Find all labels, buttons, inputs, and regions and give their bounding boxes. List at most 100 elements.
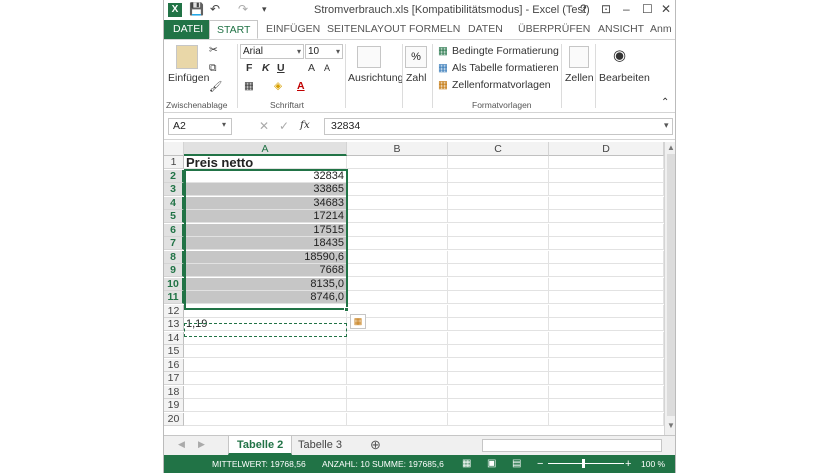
row-header[interactable]: 15 [164,345,184,358]
row-header[interactable]: 12 [164,304,184,318]
empty-cell[interactable] [448,196,549,210]
sheet-tab-tabelle3[interactable]: Tabelle 3 [290,436,350,455]
next-sheet-icon[interactable]: ▶ [198,439,205,450]
format-as-table-button[interactable]: Als Tabelle formatieren [452,62,559,74]
empty-cell[interactable] [549,210,664,223]
zoom-slider[interactable] [548,463,624,464]
scroll-up-icon[interactable]: ▲ [667,143,675,152]
empty-cell[interactable] [549,291,664,304]
empty-cell[interactable] [347,223,448,237]
font-name-combo[interactable]: Arial ▾ [240,44,304,59]
row-header[interactable]: 16 [164,358,184,372]
empty-cell[interactable] [448,385,549,399]
empty-cell[interactable] [448,358,549,372]
redo-icon[interactable]: ↷ [238,2,248,16]
empty-cell[interactable] [347,156,448,169]
column-header-a[interactable]: A [184,142,347,156]
empty-cell[interactable] [549,277,664,291]
empty-cell[interactable] [448,412,549,426]
row-header[interactable]: 8 [164,250,184,264]
shrink-font-button[interactable]: A [324,63,330,73]
empty-cell[interactable] [347,399,448,412]
zoom-slider-thumb[interactable] [582,459,585,468]
underline-button[interactable]: U [277,62,285,74]
empty-cell[interactable] [448,399,549,412]
empty-cell[interactable] [448,169,549,183]
row-header[interactable]: 2 [164,169,184,183]
empty-cell[interactable] [347,237,448,250]
cut-icon[interactable]: ✂ [209,44,218,56]
bold-button[interactable]: F [246,62,252,74]
zoom-in-icon[interactable]: + [625,455,631,473]
grow-font-button[interactable]: A [308,62,315,74]
collapse-ribbon-icon[interactable]: ⌃ [661,97,669,108]
insert-function-button[interactable]: fx [300,119,310,131]
ribbon-display-button[interactable]: ⊡ [601,2,611,16]
chevron-down-icon[interactable]: ▾ [222,120,226,129]
page-break-icon[interactable]: ▤ [512,455,521,473]
empty-cell[interactable] [448,277,549,291]
column-header-c[interactable]: C [448,142,549,156]
conditional-format-button[interactable]: Bedingte Formatierung [452,45,559,57]
empty-cell[interactable] [549,196,664,210]
cell-a[interactable] [184,385,347,399]
column-header-b[interactable]: B [347,142,448,156]
empty-cell[interactable] [448,210,549,223]
empty-cell[interactable] [448,264,549,277]
editing-button[interactable]: Bearbeiten [599,72,650,84]
empty-cell[interactable] [549,156,664,169]
quick-access-dropdown-icon[interactable]: ▾ [262,4,267,15]
empty-cell[interactable] [347,358,448,372]
fill-color-icon[interactable]: ◈ [274,80,282,92]
row-header[interactable]: 14 [164,331,184,345]
cell-a[interactable] [184,372,347,385]
vertical-scrollbar[interactable]: ▲ ▼ [664,142,675,435]
copy-icon[interactable]: ⧉ [209,62,217,75]
empty-cell[interactable] [347,264,448,277]
row-header[interactable]: 10 [164,277,184,291]
empty-cell[interactable] [549,372,664,385]
row-header[interactable]: 13 [164,318,184,331]
prev-sheet-icon[interactable]: ◀ [178,439,185,450]
empty-cell[interactable] [347,291,448,304]
number-button[interactable]: Zahl [406,72,426,84]
page-layout-icon[interactable]: ▣ [487,455,496,473]
tab-anmelden[interactable]: Anm [648,20,674,39]
scroll-thumb[interactable] [667,154,675,416]
binoculars-icon[interactable]: ◉ [613,46,626,64]
empty-cell[interactable] [549,264,664,277]
tab-ansicht[interactable]: ANSICHT [596,20,646,39]
empty-cell[interactable] [448,331,549,345]
minimize-button[interactable]: – [623,2,630,16]
row-header[interactable]: 6 [164,223,184,237]
column-header-d[interactable]: D [549,142,664,156]
undo-icon[interactable]: ↶ [210,2,220,16]
font-color-icon[interactable]: A [297,80,305,92]
cell-a[interactable] [184,399,347,412]
formula-input[interactable]: 32834 [324,118,673,135]
cell-a[interactable] [184,345,347,358]
empty-cell[interactable] [347,250,448,264]
confirm-icon[interactable]: ✓ [279,119,289,133]
zoom-level[interactable]: 100 % [641,455,665,473]
scroll-down-icon[interactable]: ▼ [667,421,675,430]
save-icon[interactable]: 💾 [189,2,204,16]
empty-cell[interactable] [549,385,664,399]
empty-cell[interactable] [549,237,664,250]
empty-cell[interactable] [448,250,549,264]
row-header[interactable]: 20 [164,412,184,426]
empty-cell[interactable] [347,372,448,385]
cells-icon[interactable] [569,46,589,68]
zoom-out-icon[interactable]: − [537,455,543,473]
empty-cell[interactable] [549,318,664,331]
empty-cell[interactable] [448,345,549,358]
empty-cell[interactable] [448,318,549,331]
empty-cell[interactable] [549,345,664,358]
empty-cell[interactable] [347,331,448,345]
maximize-button[interactable]: ☐ [642,2,653,16]
fill-handle[interactable] [344,307,349,312]
italic-button[interactable]: K [262,62,270,74]
help-button[interactable]: ? [580,2,587,16]
normal-view-icon[interactable]: ▦ [462,455,471,473]
select-all-corner[interactable] [164,142,184,156]
